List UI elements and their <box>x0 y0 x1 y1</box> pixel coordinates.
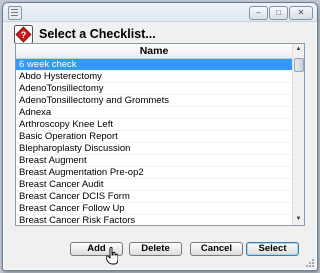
column-header-name[interactable]: Name <box>16 44 292 59</box>
delete-button[interactable]: Delete <box>129 242 182 256</box>
resize-grip-icon[interactable] <box>306 259 314 267</box>
list-item[interactable]: Abdo Hysterectomy <box>16 71 292 83</box>
list-item[interactable]: AdenoTonsillectomy and Grommets <box>16 95 292 107</box>
list-rows: 6 week check Abdo Hysterectomy AdenoTonsil… <box>16 59 292 225</box>
scroll-up-arrow-icon[interactable]: ▲ <box>293 44 304 55</box>
list-item[interactable]: Breast Cancer Audit <box>16 179 292 191</box>
list-item[interactable]: Breast Augment <box>16 155 292 167</box>
list-item[interactable]: AdenoTonsillectomy <box>16 83 292 95</box>
list-item-selected[interactable]: 6 week check <box>16 59 292 71</box>
minimize-button[interactable]: – <box>249 6 268 20</box>
close-button[interactable]: ✕ <box>289 6 313 20</box>
title-bar[interactable]: – □ ✕ <box>3 3 317 22</box>
svg-text:?: ? <box>21 30 27 40</box>
checklist-list[interactable]: Name 6 week check Abdo Hysterectomy AdenoT… <box>15 43 305 226</box>
list-item[interactable]: Breast Cancer Risk Factors <box>16 215 292 225</box>
list-item[interactable]: Adnexa <box>16 107 292 119</box>
list-item[interactable]: Blepharoplasty Discussion <box>16 143 292 155</box>
application-icon <box>8 6 22 20</box>
question-mark-icon: ? <box>14 25 33 44</box>
list-item[interactable]: Breast Cancer Follow Up <box>16 203 292 215</box>
list-item[interactable]: Arthroscopy Knee Left <box>16 119 292 131</box>
dialog-title: Select a Checklist... <box>39 27 156 41</box>
select-button[interactable]: Select <box>246 242 299 256</box>
list-item[interactable]: Basic Operation Report <box>16 131 292 143</box>
vertical-scrollbar[interactable]: ▲ ▼ <box>292 44 304 225</box>
list-item[interactable]: Breast Cancer DCIS Form <box>16 191 292 203</box>
scrollbar-thumb[interactable] <box>294 58 304 72</box>
checklist-dialog-window: – □ ✕ ? Select a Checklist... Name 6 wee… <box>2 2 318 271</box>
list-item[interactable]: Breast Augmentation Pre-op2 <box>16 167 292 179</box>
scroll-down-arrow-icon[interactable]: ▼ <box>293 214 304 225</box>
cancel-button[interactable]: Cancel <box>190 242 243 256</box>
dialog-header: ? Select a Checklist... <box>3 21 317 45</box>
maximize-button[interactable]: □ <box>269 6 288 20</box>
hand-cursor-icon <box>106 247 118 265</box>
